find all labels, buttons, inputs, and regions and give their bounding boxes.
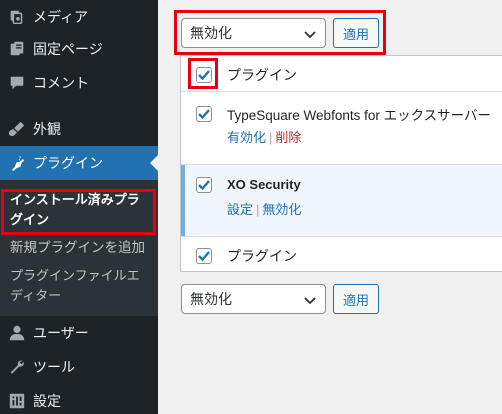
plugin-row-actions: 設定 | 無効化: [227, 202, 302, 217]
current-menu-arrow: [150, 155, 158, 171]
plugin-row-checkbox[interactable]: [196, 106, 212, 122]
settings-icon: [7, 391, 27, 411]
plugin-row-actions: 有効化 | 削除: [227, 130, 302, 145]
menu-item-tools[interactable]: ツール: [0, 350, 158, 384]
plugin-name: XO Security: [227, 177, 301, 192]
header-divider: [181, 91, 502, 92]
delete-link[interactable]: 削除: [275, 130, 301, 145]
checkmark-icon: [198, 180, 210, 191]
menu-item-label: ツール: [33, 359, 75, 375]
menu-item-label: コメント: [33, 75, 89, 91]
activate-link[interactable]: 有効化: [227, 130, 266, 145]
active-plugin-indicator: [181, 165, 185, 236]
select-all-checkbox-bottom[interactable]: [196, 248, 212, 264]
user-icon: [7, 323, 27, 343]
apply-button-bottom[interactable]: 適用: [333, 284, 379, 314]
menu-item-media[interactable]: メディア: [0, 0, 158, 34]
plugin-row-checkbox[interactable]: [196, 177, 212, 193]
plugin-icon: [7, 153, 27, 173]
menu-item-label: プラグイン: [33, 155, 103, 171]
menu-item-label: 設定: [33, 393, 61, 409]
menu-item-label: ユーザー: [33, 325, 89, 341]
submenu-add-new-plugin[interactable]: 新規プラグインを追加: [10, 238, 152, 258]
page-icon: [7, 39, 27, 59]
plugins-submenu: インストール済みプラグイン 新規プラグインを追加 プラグインファイルエディター: [0, 180, 158, 316]
plugin-name: TypeSquare Webfonts for エックスサーバー: [227, 108, 492, 123]
deactivate-link[interactable]: 無効化: [262, 202, 301, 217]
menu-item-label: メディア: [33, 9, 89, 25]
comment-icon: [7, 73, 27, 93]
settings-link[interactable]: 設定: [227, 202, 253, 217]
tools-icon: [7, 357, 27, 377]
checkmark-icon: [198, 251, 210, 262]
menu-item-settings[interactable]: 設定: [0, 384, 158, 414]
menu-item-pages[interactable]: 固定ページ: [0, 32, 158, 66]
submenu-installed-plugins[interactable]: インストール済みプラグイン: [10, 190, 152, 230]
menu-item-plugins[interactable]: プラグイン: [0, 146, 158, 180]
plugins-table: プラグイン TypeSquare Webfonts for エックスサーバー 有…: [180, 55, 502, 272]
chevron-down-icon: [304, 31, 316, 39]
appearance-icon: [7, 119, 27, 139]
menu-item-users[interactable]: ユーザー: [0, 316, 158, 350]
row-divider: [181, 236, 502, 237]
select-all-checkbox-top[interactable]: [196, 67, 212, 83]
checkmark-icon: [198, 109, 210, 120]
menu-item-appearance[interactable]: 外観: [0, 112, 158, 146]
column-header-plugin[interactable]: プラグイン: [227, 65, 297, 85]
bulk-action-select-bottom[interactable]: 無効化: [181, 284, 326, 314]
menu-item-label: 固定ページ: [33, 41, 103, 57]
bulk-action-select-top[interactable]: 無効化: [181, 18, 326, 48]
bulk-action-selected: 無効化: [190, 291, 232, 307]
submenu-plugin-file-editor[interactable]: プラグインファイルエディター: [10, 266, 152, 306]
menu-item-comments[interactable]: コメント: [0, 66, 158, 100]
column-footer-plugin[interactable]: プラグイン: [227, 246, 297, 266]
admin-sidebar: メディア 固定ページ コメント 外観 プラグイン インストール済みプラグイン 新…: [0, 0, 158, 414]
checkmark-icon: [198, 70, 210, 81]
menu-item-label: 外観: [33, 121, 61, 137]
media-icon: [7, 7, 27, 27]
chevron-down-icon: [304, 297, 316, 305]
apply-button-top[interactable]: 適用: [333, 18, 379, 48]
bulk-action-selected: 無効化: [190, 25, 232, 41]
